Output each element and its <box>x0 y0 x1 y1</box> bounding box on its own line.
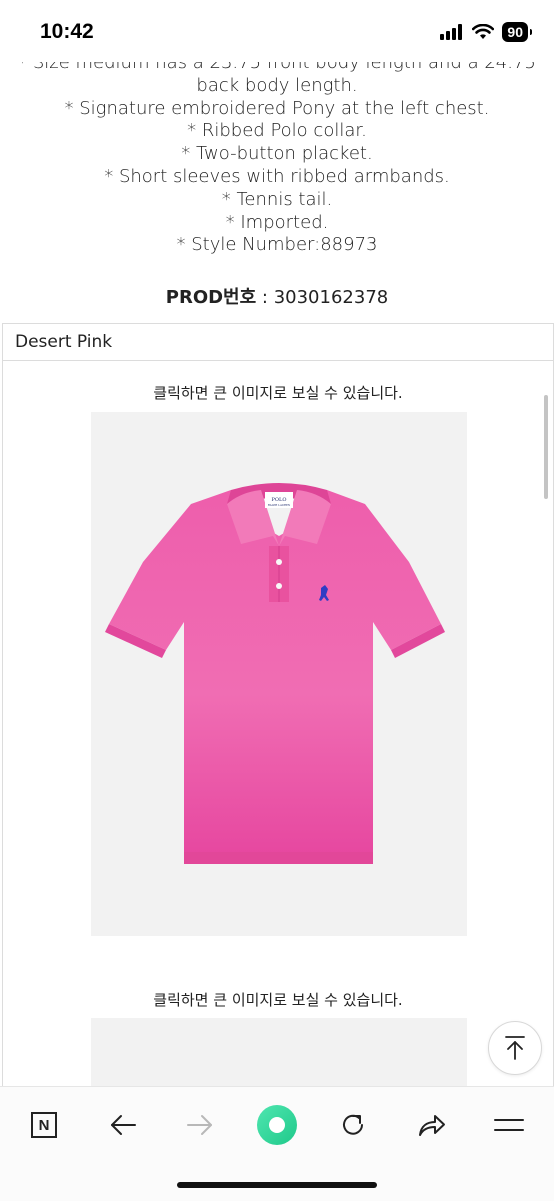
description-line: * Tennis tail. <box>221 188 333 210</box>
arrow-up-to-top-icon <box>505 1036 525 1060</box>
color-section: Desert Pink 클릭하면 큰 이미지로 보실 수 있습니다. POLO … <box>2 323 554 1128</box>
description-line: * Short sleeves with ribbed armbands. <box>104 165 450 187</box>
naver-n-icon: N <box>31 1112 57 1138</box>
collar-label-top: POLO <box>272 497 287 503</box>
collar-label-bottom: RALPH LAUREN <box>268 503 291 507</box>
home-indicator[interactable] <box>177 1182 377 1188</box>
prod-number-separator: : <box>256 287 274 308</box>
description-line: * Ribbed Polo collar. <box>187 120 367 142</box>
signal-icon <box>440 24 463 40</box>
wifi-icon <box>472 24 495 39</box>
status-bar: 10:42 90 <box>0 0 554 62</box>
green-circle-icon <box>257 1105 297 1145</box>
product-description: * Size medium has a 23.75 front body len… <box>0 52 554 257</box>
status-icons: 90 <box>440 22 532 42</box>
share-button[interactable] <box>409 1103 453 1147</box>
back-button[interactable] <box>101 1103 145 1147</box>
share-icon <box>419 1115 445 1136</box>
forward-button[interactable] <box>178 1103 222 1147</box>
prod-number-value: 3030162378 <box>273 287 389 308</box>
green-home-button[interactable] <box>255 1103 299 1147</box>
scrollbar-thumb[interactable] <box>544 395 548 499</box>
description-line: * Two-button placket. <box>181 143 373 165</box>
arrow-right-icon <box>187 1115 212 1135</box>
status-time: 10:42 <box>40 20 94 43</box>
click-to-enlarge-caption: 클릭하면 큰 이미지로 보실 수 있습니다. <box>153 991 403 1009</box>
description-line: * Imported. <box>225 211 329 233</box>
description-line: * Style Number:88973 <box>176 234 378 256</box>
reload-icon <box>343 1114 363 1135</box>
arrow-left-icon <box>111 1115 136 1135</box>
menu-button[interactable] <box>487 1103 531 1147</box>
battery-indicator: 90 <box>502 22 532 42</box>
color-name: Desert Pink <box>3 324 553 361</box>
description-line: * Signature embroidered Pony at the left… <box>64 97 490 119</box>
polo-shirt-image: POLO RALPH LAUREN <box>105 483 445 864</box>
description-line: back body length. <box>196 74 358 96</box>
scroll-to-top-button[interactable] <box>488 1021 542 1075</box>
prod-number-label: PROD번호 <box>165 287 257 308</box>
prod-number: PROD번호 : 3030162378 <box>0 283 554 309</box>
click-to-enlarge-caption: 클릭하면 큰 이미지로 보실 수 있습니다. <box>153 384 403 402</box>
reload-button[interactable] <box>331 1103 375 1147</box>
hamburger-menu-icon <box>494 1119 524 1131</box>
product-image[interactable]: POLO RALPH LAUREN <box>91 412 467 936</box>
naver-home-button[interactable]: N <box>22 1103 66 1147</box>
